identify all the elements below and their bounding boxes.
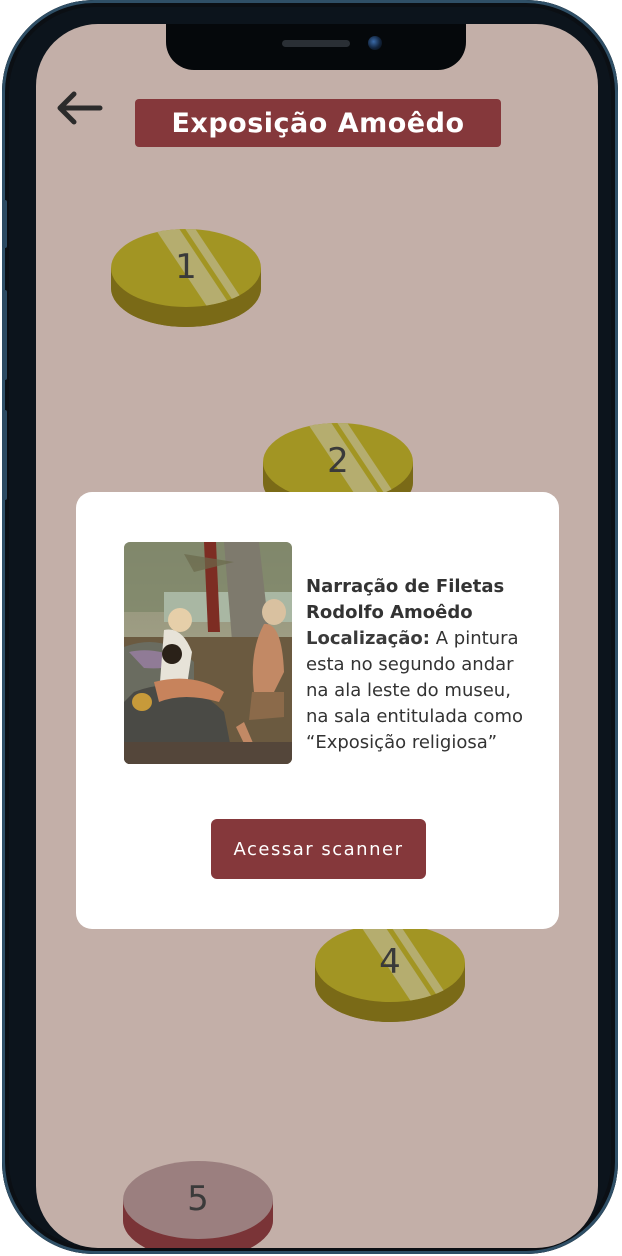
- station-button-4[interactable]: 4: [314, 922, 466, 1030]
- location-text: na sala entitulada como: [306, 706, 523, 727]
- artwork-artist: Rodolfo Amoêdo: [306, 602, 473, 623]
- artwork-location-line: Localização: A pintura: [306, 626, 551, 652]
- location-label: Localização:: [306, 628, 430, 649]
- artwork-info: Narração de Filetas Rodolfo Amoêdo Local…: [306, 574, 551, 756]
- phone-frame: Exposição Amoêdo 1 2 4 5 Narração de Fil…: [2, 0, 618, 1254]
- station-button-5[interactable]: 5: [122, 1159, 274, 1248]
- location-text: “Exposição religiosa”: [306, 732, 498, 753]
- device-notch: [166, 24, 466, 70]
- station-number: 4: [379, 942, 401, 982]
- location-text: esta no segundo andar: [306, 654, 514, 675]
- location-text: na ala leste do museu,: [306, 680, 511, 701]
- mute-switch: [2, 200, 7, 248]
- page-title-banner: Exposição Amoêdo: [135, 99, 501, 147]
- station-number: 1: [175, 247, 197, 287]
- front-camera: [368, 36, 382, 50]
- location-text: A pintura: [435, 628, 519, 649]
- page-title: Exposição Amoêdo: [171, 107, 465, 139]
- artwork-title: Narração de Filetas: [306, 576, 505, 597]
- station-number: 5: [187, 1179, 209, 1219]
- access-scanner-button[interactable]: Acessar scanner: [211, 819, 426, 879]
- station-number: 2: [327, 441, 349, 481]
- earpiece-speaker: [282, 40, 350, 47]
- artwork-modal: Narração de Filetas Rodolfo Amoêdo Local…: [76, 492, 559, 929]
- arrow-left-icon: [57, 91, 103, 125]
- volume-down-button: [2, 410, 7, 500]
- station-button-1[interactable]: 1: [110, 227, 262, 335]
- volume-up-button: [2, 290, 7, 380]
- back-button[interactable]: [52, 86, 104, 130]
- app-screen: Exposição Amoêdo 1 2 4 5 Narração de Fil…: [36, 24, 598, 1248]
- artwork-image: [124, 542, 292, 764]
